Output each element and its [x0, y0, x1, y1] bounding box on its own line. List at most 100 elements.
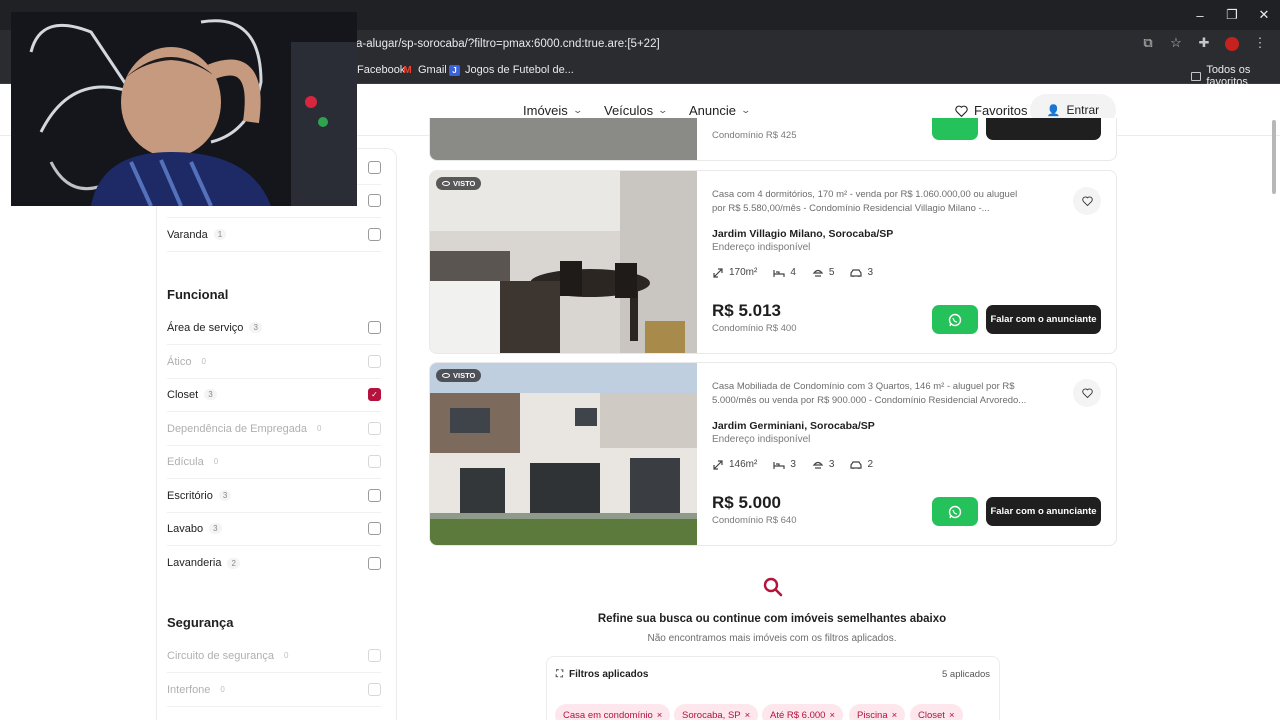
listing-photo[interactable]: VISTO: [430, 363, 697, 545]
maximize-button[interactable]: ❐: [1216, 0, 1248, 30]
filter-row-dependencia: Dependência de Empregada 0: [167, 412, 381, 446]
filter-checkbox-checked[interactable]: ✓: [368, 388, 381, 401]
area-icon: [713, 459, 723, 470]
favorite-button[interactable]: [1073, 187, 1101, 215]
filter-row-area-servico[interactable]: Área de serviço 3: [167, 311, 381, 345]
whatsapp-icon: [948, 313, 962, 326]
bookmark-star-icon[interactable]: ☆: [1168, 34, 1184, 52]
area-icon: [713, 267, 723, 278]
filter-row-escritorio[interactable]: Escritório 3: [167, 479, 381, 513]
filter-checkbox[interactable]: [368, 161, 381, 174]
close-icon[interactable]: ×: [949, 710, 955, 720]
nav-label: Veículos: [604, 103, 654, 118]
condo-fee: Condomínio R$ 425: [712, 130, 797, 141]
filter-count: 0: [201, 357, 206, 366]
chevron-down-icon: ⌄: [740, 105, 752, 115]
parking-feature: 2: [850, 459, 873, 470]
close-icon[interactable]: ×: [657, 710, 663, 720]
filter-chip[interactable]: Closet ×: [910, 704, 963, 720]
filter-chip[interactable]: Piscina ×: [849, 704, 906, 720]
filter-checkbox[interactable]: [368, 489, 381, 502]
section-title-funcional: Funcional: [167, 287, 229, 302]
nav-anuncie[interactable]: Anuncie ⌄: [689, 103, 752, 118]
minimize-button[interactable]: –: [1184, 0, 1216, 30]
filter-label: Área de serviço: [167, 321, 244, 334]
filter-chip[interactable]: Casa em condomínio ×: [555, 704, 671, 720]
whatsapp-button[interactable]: [932, 305, 978, 334]
area-value: 146m²: [729, 459, 758, 470]
whatsapp-button[interactable]: [932, 118, 978, 140]
contact-advertiser-button[interactable]: [986, 118, 1101, 140]
filter-row-varanda[interactable]: Varanda 1: [167, 218, 381, 252]
listing-description[interactable]: Casa com 4 dormitórios, 170 m² - venda p…: [712, 188, 1032, 215]
close-icon[interactable]: ×: [745, 710, 751, 720]
listing-address: Endereço indisponível: [712, 434, 811, 445]
profile-avatar[interactable]: [1224, 34, 1240, 52]
install-app-icon[interactable]: ⧉: [1140, 34, 1156, 52]
favorites-label: Favoritos: [974, 103, 1028, 118]
listing-photo[interactable]: [430, 118, 697, 160]
filter-row-closet[interactable]: Closet 3 ✓: [167, 378, 381, 412]
close-window-button[interactable]: ✕: [1248, 0, 1280, 30]
filter-checkbox: [368, 649, 381, 662]
bookmark-label: Gmail: [418, 64, 447, 76]
filter-checkbox[interactable]: [368, 522, 381, 535]
filter-row-lavanderia[interactable]: Lavanderia 2: [167, 546, 381, 580]
bookmark-facebook[interactable]: Facebook: [357, 64, 405, 76]
contact-advertiser-button[interactable]: Falar com o anunciante: [986, 305, 1101, 334]
filter-checkbox[interactable]: [368, 321, 381, 334]
bedrooms-feature: 3: [773, 459, 796, 470]
listing-photo[interactable]: VISTO: [430, 171, 697, 353]
listing-price: R$ 5.013: [712, 301, 781, 320]
listing-address: Endereço indisponível: [712, 242, 811, 253]
filter-count: 1: [213, 229, 227, 240]
filter-count: 2: [227, 557, 240, 569]
bookmark-jogos[interactable]: J Jogos de Futebol de...: [449, 64, 574, 76]
filter-label: Circuito de segurança: [167, 649, 275, 662]
folder-icon: [1191, 71, 1202, 81]
filter-count: 0: [220, 685, 225, 694]
filter-row-lavabo[interactable]: Lavabo 3: [167, 512, 381, 546]
filter-count: 3: [218, 490, 232, 501]
bookmark-gmail[interactable]: M Gmail: [402, 64, 447, 76]
filter-checkbox[interactable]: [368, 556, 381, 570]
window-controls: – ❐ ✕: [1184, 0, 1280, 30]
listing-card[interactable]: VISTO Casa com 4 dormitórios, 170 m² - v…: [429, 170, 1117, 354]
seen-badge-label: VISTO: [453, 179, 476, 188]
close-icon[interactable]: ×: [829, 710, 835, 720]
nav-imoveis[interactable]: Imóveis ⌄: [523, 103, 583, 118]
page-scrollbar[interactable]: [1272, 120, 1276, 194]
filter-row-interfone: Interfone 0: [167, 673, 381, 707]
filter-label: Interfone: [167, 683, 211, 696]
filter-checkbox[interactable]: [368, 228, 381, 241]
bookmark-label: Facebook: [357, 64, 406, 76]
listing-card[interactable]: VISTO Casa Mobiliada de Condomínio com 3…: [429, 362, 1117, 546]
filter-label: Dependência de Empregada: [167, 422, 308, 435]
bathrooms-value: 3: [828, 459, 835, 470]
filter-checkbox[interactable]: [368, 194, 381, 207]
favorite-button[interactable]: [1073, 379, 1101, 407]
filter-count: 0: [317, 424, 322, 433]
seen-badge: VISTO: [436, 177, 482, 190]
area-feature: 146m²: [712, 459, 757, 470]
listing-card-partial[interactable]: Condomínio R$ 425: [429, 118, 1117, 161]
extensions-icon[interactable]: ✚: [1196, 34, 1212, 52]
contact-advertiser-button[interactable]: Falar com o anunciante: [986, 497, 1101, 526]
filter-chip[interactable]: Sorocaba, SP ×: [674, 704, 759, 720]
menu-kebab-icon[interactable]: ⋮: [1252, 34, 1268, 52]
condo-fee: Condomínio R$ 640: [712, 515, 797, 526]
chip-label: Piscina: [857, 709, 888, 720]
shower-icon: [812, 269, 824, 277]
address-bar[interactable]: a-alugar/sp-sorocaba/?filtro=pmax:6000.c…: [356, 38, 660, 50]
favorites-link[interactable]: Favoritos: [955, 103, 1027, 118]
close-icon[interactable]: ×: [892, 710, 898, 720]
nav-veiculos[interactable]: Veículos ⌄: [604, 103, 668, 118]
chip-label: Casa em condomínio: [563, 709, 653, 720]
filter-count: 0: [213, 457, 219, 466]
listing-description[interactable]: Casa Mobiliada de Condomínio com 3 Quart…: [712, 380, 1032, 407]
refine-title: Refine sua busca ou continue com imóveis…: [597, 613, 947, 625]
bathrooms-feature: 3: [812, 459, 835, 470]
whatsapp-button[interactable]: [932, 497, 978, 526]
filter-chip[interactable]: Até R$ 6.000 ×: [762, 704, 844, 720]
filter-label: Edícula: [167, 455, 204, 468]
